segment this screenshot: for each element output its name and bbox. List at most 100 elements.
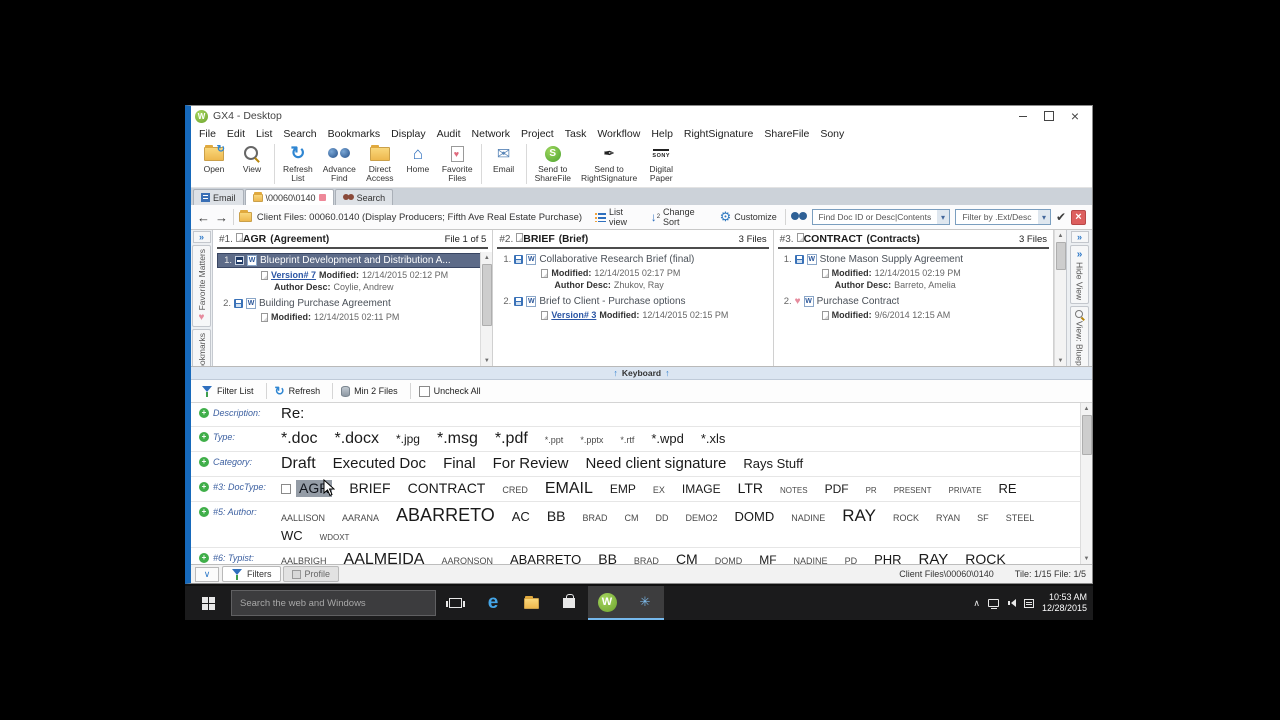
scroll-thumb[interactable] <box>1056 242 1066 270</box>
filter-tag-ex[interactable]: EX <box>653 485 665 496</box>
find-dropdown[interactable]: Find Doc ID or Desc|Contents <box>812 209 950 225</box>
version-link[interactable]: Version# 3 <box>551 309 596 321</box>
filter-tag-rock[interactable]: ROCK <box>893 513 919 524</box>
filter-tag-pd[interactable]: PD <box>845 556 858 565</box>
version-link[interactable]: Version# 7 <box>271 269 316 281</box>
scroll-down-icon[interactable] <box>1055 355 1067 366</box>
close-button[interactable] <box>1062 107 1088 125</box>
apply-check-icon[interactable] <box>1056 210 1066 224</box>
filter-tag-mf[interactable]: MF <box>759 553 776 565</box>
toolbar-advance-find[interactable]: Advance Find <box>318 141 361 187</box>
collapse-right-icon[interactable] <box>1071 231 1089 243</box>
filter-tag--pptx[interactable]: *.pptx <box>580 435 603 446</box>
scroll-up-icon[interactable] <box>481 252 493 263</box>
minimize-button[interactable] <box>1010 107 1036 125</box>
tray-chevron-icon[interactable] <box>973 598 980 609</box>
filter-tag-ray[interactable]: RAY <box>842 505 876 526</box>
filter-tag-emp[interactable]: EMP <box>610 482 636 497</box>
min-2-files-button[interactable]: Min 2 Files <box>337 384 406 399</box>
filter-tag--wpd[interactable]: *.wpd <box>651 431 684 447</box>
start-button[interactable] <box>185 586 231 620</box>
refresh-button[interactable]: Refresh <box>271 382 329 400</box>
filter-tag-re[interactable]: RE <box>999 481 1017 497</box>
toolbar-send-to-rightsignature[interactable]: Send to RightSignature <box>576 141 642 187</box>
toolbar-email[interactable]: Email <box>485 141 523 187</box>
menu-network[interactable]: Network <box>472 128 511 140</box>
filter-tag-private[interactable]: PRIVATE <box>949 486 982 496</box>
tab--00060-0140[interactable]: \00060\0140 <box>245 189 334 205</box>
menu-sharefile[interactable]: ShareFile <box>764 128 809 140</box>
filter-tag-phr[interactable]: PHR <box>874 552 901 565</box>
toolbar-favorite-files[interactable]: Favorite Files <box>437 141 478 187</box>
plus-icon[interactable] <box>199 432 209 442</box>
filter-tag--xls[interactable]: *.xls <box>701 431 726 447</box>
column-scrollbar[interactable] <box>480 252 492 366</box>
filter-tag-aalmeida[interactable]: AALMEIDA <box>344 550 425 565</box>
filter-tag-aallison[interactable]: AALLISON <box>281 513 325 524</box>
filter-tag-rays-stuff[interactable]: Rays Stuff <box>743 456 803 472</box>
filter-tag-ltr[interactable]: LTR <box>738 480 763 498</box>
gx4-app-button[interactable] <box>588 586 626 620</box>
document-row[interactable]: 2.Building Purchase Agreement <box>217 297 488 310</box>
scroll-up-icon[interactable] <box>1081 403 1093 414</box>
filter-tag--doc[interactable]: *.doc <box>281 429 317 449</box>
document-row[interactable]: 1.Collaborative Research Brief (final) <box>497 253 768 266</box>
collapse-left-icon[interactable] <box>193 231 211 243</box>
task-view-button[interactable] <box>436 586 474 620</box>
filter-tag-brief[interactable]: BRIEF <box>349 480 390 498</box>
filter-tag-email[interactable]: EMAIL <box>545 479 593 499</box>
filter-tag-domd[interactable]: DOMD <box>735 509 775 525</box>
filter-tag-dd[interactable]: DD <box>656 513 669 524</box>
filter-tag-ac[interactable]: AC <box>512 509 530 525</box>
filter-tag-abarreto[interactable]: ABARRETO <box>510 552 581 565</box>
filter-tag-brad[interactable]: BRAD <box>583 513 608 524</box>
filter-tag-demo2[interactable]: DEMO2 <box>686 513 718 524</box>
uncheck-all-button[interactable]: Uncheck All <box>415 384 489 399</box>
menu-workflow[interactable]: Workflow <box>597 128 640 140</box>
filter-tag-sf[interactable]: SF <box>977 513 989 524</box>
close-panel-icon[interactable] <box>1071 210 1086 225</box>
document-row[interactable]: 1.Stone Mason Supply Agreement <box>778 253 1049 266</box>
snowflake-app-button[interactable] <box>626 586 664 620</box>
collapse-chevron-button[interactable] <box>195 567 219 582</box>
sidebar-item-view[interactable]: View: Blueprint Development and Distribu… <box>1070 306 1089 366</box>
sidebar-item-hide-view[interactable]: Hide View <box>1070 245 1089 304</box>
filter-tag-nadine[interactable]: NADINE <box>791 513 825 524</box>
filter-tag-notes[interactable]: NOTES <box>780 486 808 496</box>
find-binoculars-icon[interactable] <box>791 212 807 222</box>
filter-tag--msg[interactable]: *.msg <box>437 429 478 449</box>
plus-icon[interactable] <box>199 408 209 418</box>
document-row[interactable]: 2.Brief to Client - Purchase options <box>497 295 768 308</box>
menu-search[interactable]: Search <box>283 128 316 140</box>
back-icon[interactable] <box>197 210 210 225</box>
filter-tag--pdf[interactable]: *.pdf <box>495 429 528 449</box>
filter-tag-cm[interactable]: CM <box>625 513 639 524</box>
edge-button[interactable] <box>474 586 512 620</box>
filter-tag-need-client-signature[interactable]: Need client signature <box>585 455 726 474</box>
menu-audit[interactable]: Audit <box>437 128 461 140</box>
sidebar-item-favorite-matters[interactable]: Favorite Matters <box>192 245 211 327</box>
plus-icon[interactable] <box>199 553 209 563</box>
filter-tag-cred[interactable]: CRED <box>502 485 528 496</box>
filter-tag-cm[interactable]: CM <box>676 551 698 565</box>
explorer-button[interactable] <box>512 586 550 620</box>
filter-scrollbar[interactable] <box>1080 403 1092 564</box>
filter-tag-bb[interactable]: BB <box>598 551 617 565</box>
toolbar-view[interactable]: View <box>233 141 271 187</box>
menu-edit[interactable]: Edit <box>227 128 245 140</box>
main-scrollbar[interactable] <box>1054 230 1066 366</box>
toolbar-open[interactable]: Open <box>195 141 233 187</box>
menu-file[interactable]: File <box>199 128 216 140</box>
speaker-icon[interactable] <box>1007 599 1016 607</box>
toolbar-direct-access[interactable]: Direct Access <box>361 141 399 187</box>
store-button[interactable] <box>550 586 588 620</box>
document-row[interactable]: 2.Purchase Contract <box>778 295 1049 308</box>
tab-email[interactable]: Email <box>193 189 244 205</box>
bottom-tab-profile[interactable]: Profile <box>283 566 340 582</box>
filter-tag-draft[interactable]: Draft <box>281 454 316 474</box>
filter-tag-aalbrigh[interactable]: AALBRIGH <box>281 556 327 565</box>
filter-tag-pr[interactable]: PR <box>866 486 877 496</box>
toolbar-home[interactable]: Home <box>399 141 437 187</box>
menu-rightsignature[interactable]: RightSignature <box>684 128 753 140</box>
scroll-down-icon[interactable] <box>1081 553 1093 564</box>
